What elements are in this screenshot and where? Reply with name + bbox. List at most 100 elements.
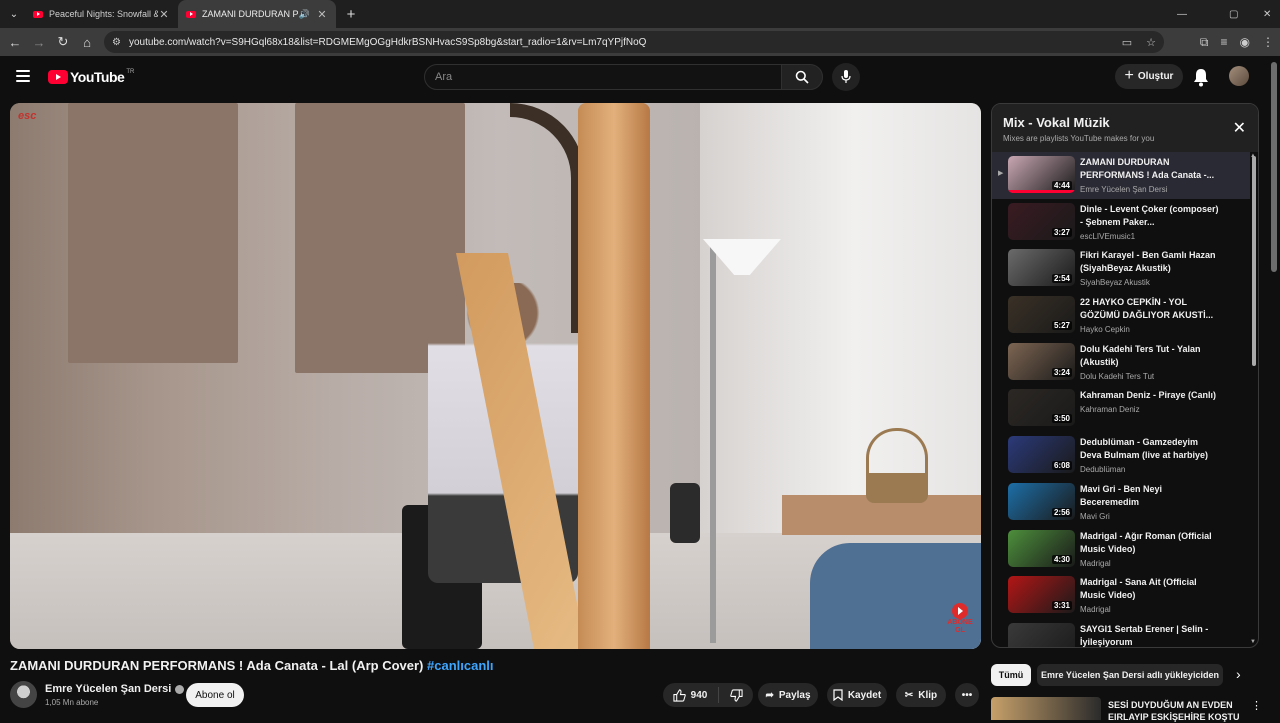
bookmark-star-icon[interactable]: ☆: [1146, 36, 1156, 49]
channel-avatar[interactable]: [10, 681, 37, 708]
playlist-item[interactable]: 3:24 Dolu Kadehi Ters Tut - Yalan (Akusti…: [992, 339, 1250, 386]
forward-icon[interactable]: →: [27, 30, 51, 54]
create-button[interactable]: + Oluştur: [1115, 64, 1183, 89]
playlist-item[interactable]: 4:30 Madrigal - Ağır Roman (Official Musi…: [992, 526, 1250, 573]
playlist-item[interactable]: 2:54 Fikri Karayel - Ben Gamlı Hazan (Siy…: [992, 245, 1250, 292]
chip-all[interactable]: Tümü: [991, 664, 1031, 686]
url-text[interactable]: youtube.com/watch?v=S9HGql68x18&list=RDG…: [129, 37, 646, 48]
video-title-text: ZAMANI DURDURAN PERFORMANS ! Ada Canata …: [10, 658, 424, 673]
search-box[interactable]: [424, 64, 782, 90]
search-button[interactable]: [781, 64, 823, 90]
duration-badge: 3:27: [1051, 227, 1072, 237]
tab-close-icon[interactable]: ✕: [158, 8, 170, 21]
window-close-button[interactable]: ✕: [1263, 0, 1271, 28]
playlist-thumbnail[interactable]: 4:44: [1008, 156, 1075, 193]
share-button[interactable]: ➦ Paylaş: [758, 683, 818, 707]
playlist-thumbnail[interactable]: 3:27: [1008, 202, 1075, 240]
playlist-item[interactable]: 3:31 Madrigal - Sana Ait (Official Music …: [992, 572, 1250, 619]
user-avatar[interactable]: [1229, 66, 1249, 86]
audio-playing-icon[interactable]: 🔊: [299, 9, 310, 20]
playlist-item[interactable]: 6:08 Dedublüman - Gamzedeyim Deva Bulmam …: [992, 432, 1250, 479]
voice-search-button[interactable]: [832, 63, 860, 91]
duration-badge: 3:24: [1051, 367, 1072, 377]
playlist-item-title[interactable]: Kahraman Deniz - Piraye (Canlı): [1080, 389, 1220, 402]
playlist-scrollbar[interactable]: [1252, 156, 1256, 366]
subscribe-watermark[interactable]: ABONE OL: [946, 603, 974, 634]
browser-menu-icon[interactable]: ⋮: [1262, 35, 1274, 49]
profile-icon[interactable]: ◉: [1240, 35, 1250, 49]
browser-tab-1[interactable]: Peaceful Nights: Snowfall & Cra ✕: [25, 0, 178, 28]
playlist-item-title[interactable]: ZAMANI DURDURAN PERFORMANS ! Ada Canata …: [1080, 156, 1220, 182]
duration-badge: 2:54: [1051, 274, 1072, 284]
video-title: ZAMANI DURDURAN PERFORMANS ! Ada Canata …: [10, 658, 493, 673]
video-frame-harp-neck: [510, 103, 585, 333]
share-label: Paylaş: [778, 689, 811, 701]
playlist-thumbnail[interactable]: 3:24: [1008, 342, 1075, 380]
playlist-thumbnail[interactable]: [1008, 622, 1075, 647]
new-tab-button[interactable]: +: [340, 6, 362, 23]
tab-search-button[interactable]: ⌄: [3, 3, 25, 25]
more-actions-button[interactable]: •••: [955, 683, 979, 707]
playlist-items: ▶ 4:44 ZAMANI DURDURAN PERFORMANS ! Ada Ca…: [992, 152, 1250, 647]
playlist-thumbnail[interactable]: 6:08: [1008, 436, 1075, 474]
playlist-item[interactable]: 5:27 22 HAYKO CEPKİN - YOL GÖZÜMÜ DAĞLIYO…: [992, 292, 1250, 339]
playlist-thumbnail[interactable]: 3:50: [1008, 389, 1075, 427]
save-button[interactable]: Kaydet: [827, 683, 887, 707]
playlist-thumbnail[interactable]: 2:54: [1008, 249, 1075, 287]
recommended-title[interactable]: SESİ DUYDUĞUM AN EVDEN EIRLAYIP ESKİŞEHİ…: [1108, 699, 1248, 723]
playlist-item[interactable]: SAYGI1 Sertab Erener | Selin - İyileşiyo…: [992, 619, 1250, 647]
tab-close-icon[interactable]: ✕: [316, 8, 328, 21]
playlist-item-title[interactable]: Dolu Kadehi Ters Tut - Yalan (Akustik): [1080, 343, 1220, 369]
playlist-item-title[interactable]: 22 HAYKO CEPKİN - YOL GÖZÜMÜ DAĞLIYOR AK…: [1080, 296, 1220, 322]
playlist-item[interactable]: 2:56 Mavi Gri - Ben Neyi Beceremedim Mavi …: [992, 479, 1250, 526]
extensions-icon[interactable]: ⧉: [1200, 35, 1209, 50]
cast-icon[interactable]: ▭: [1122, 36, 1132, 49]
playlist-thumbnail[interactable]: 4:30: [1008, 529, 1075, 567]
more-vertical-icon[interactable]: ⋮: [1251, 699, 1262, 712]
page-scrollbar[interactable]: [1271, 62, 1277, 272]
address-bar[interactable]: ⚙ youtube.com/watch?v=S9HGql68x18&list=R…: [104, 31, 1164, 53]
chevron-right-icon[interactable]: ›: [1236, 666, 1241, 682]
video-player[interactable]: esc ABONE OL: [10, 103, 981, 649]
recommended-thumbnail[interactable]: [991, 697, 1101, 720]
playlist-item-title[interactable]: Dinle - Levent Çoker (composer) - Şebnem…: [1080, 203, 1220, 229]
playlist-item[interactable]: 3:27 Dinle - Levent Çoker (composer) - Şe…: [992, 199, 1250, 246]
playlist-thumbnail[interactable]: 5:27: [1008, 296, 1075, 334]
playlist-item-title[interactable]: SAYGI1 Sertab Erener | Selin - İyileşiyo…: [1080, 623, 1220, 647]
back-icon[interactable]: ←: [3, 30, 27, 54]
clip-button[interactable]: ✂ Klip: [896, 683, 946, 707]
playlist-item-title[interactable]: Dedublüman - Gamzedeyim Deva Bulmam (liv…: [1080, 436, 1220, 462]
window-minimize-button[interactable]: —: [1177, 0, 1187, 28]
playlist-item-title[interactable]: Fikri Karayel - Ben Gamlı Hazan (SiyahBe…: [1080, 249, 1220, 275]
search-input[interactable]: [435, 71, 781, 83]
channel-name[interactable]: Emre Yücelen Şan Dersi: [45, 683, 185, 695]
duration-badge: 4:44: [1051, 181, 1072, 190]
scroll-down-icon[interactable]: ▼: [1250, 639, 1256, 645]
chip-from-uploader[interactable]: Emre Yücelen Şan Dersi adlı yükleyiciden: [1037, 664, 1223, 686]
notifications-bell-icon[interactable]: [1192, 67, 1210, 87]
playlist-item-title[interactable]: Mavi Gri - Ben Neyi Beceremedim: [1080, 483, 1220, 509]
playlist-thumbnail[interactable]: 2:56: [1008, 482, 1075, 520]
window-restore-button[interactable]: ▢: [1229, 0, 1238, 28]
channel-name-text[interactable]: Emre Yücelen Şan Dersi: [45, 683, 171, 695]
close-icon[interactable]: ✕: [1233, 118, 1246, 138]
recommended-video[interactable]: SESİ DUYDUĞUM AN EVDEN EIRLAYIP ESKİŞEHİ…: [991, 697, 1262, 723]
browser-tab-2[interactable]: ZAMANI DURDURAN PERF 🔊 ✕: [178, 0, 336, 28]
reload-icon[interactable]: ↻: [51, 30, 75, 54]
playlist-item[interactable]: 3:50 Kahraman Deniz - Piraye (Canlı) Kahra…: [992, 385, 1250, 432]
hamburger-menu-icon[interactable]: [16, 70, 30, 82]
home-icon[interactable]: ⌂: [75, 30, 99, 54]
subscribe-button[interactable]: Abone ol: [186, 683, 244, 707]
playlist-item[interactable]: ▶ 4:44 ZAMANI DURDURAN PERFORMANS ! Ada Ca…: [992, 152, 1250, 199]
playlist-thumbnail[interactable]: 3:31: [1008, 576, 1075, 614]
media-control-icon[interactable]: ≡: [1221, 35, 1228, 49]
site-info-icon[interactable]: ⚙: [112, 37, 121, 48]
playlist-item-title[interactable]: Madrigal - Ağır Roman (Official Music Vi…: [1080, 530, 1220, 556]
youtube-logo[interactable]: YouTube TR: [48, 69, 134, 85]
like-button[interactable]: 940: [673, 688, 707, 702]
hashtag-link[interactable]: #canlıcanlı: [427, 658, 493, 673]
playlist-item-title[interactable]: Madrigal - Sana Ait (Official Music Vide…: [1080, 576, 1220, 602]
thumbs-down-icon[interactable]: [730, 688, 743, 702]
playlist-title[interactable]: Mix - Vokal Müzik: [1003, 115, 1110, 130]
duration-badge: 4:30: [1051, 554, 1072, 564]
